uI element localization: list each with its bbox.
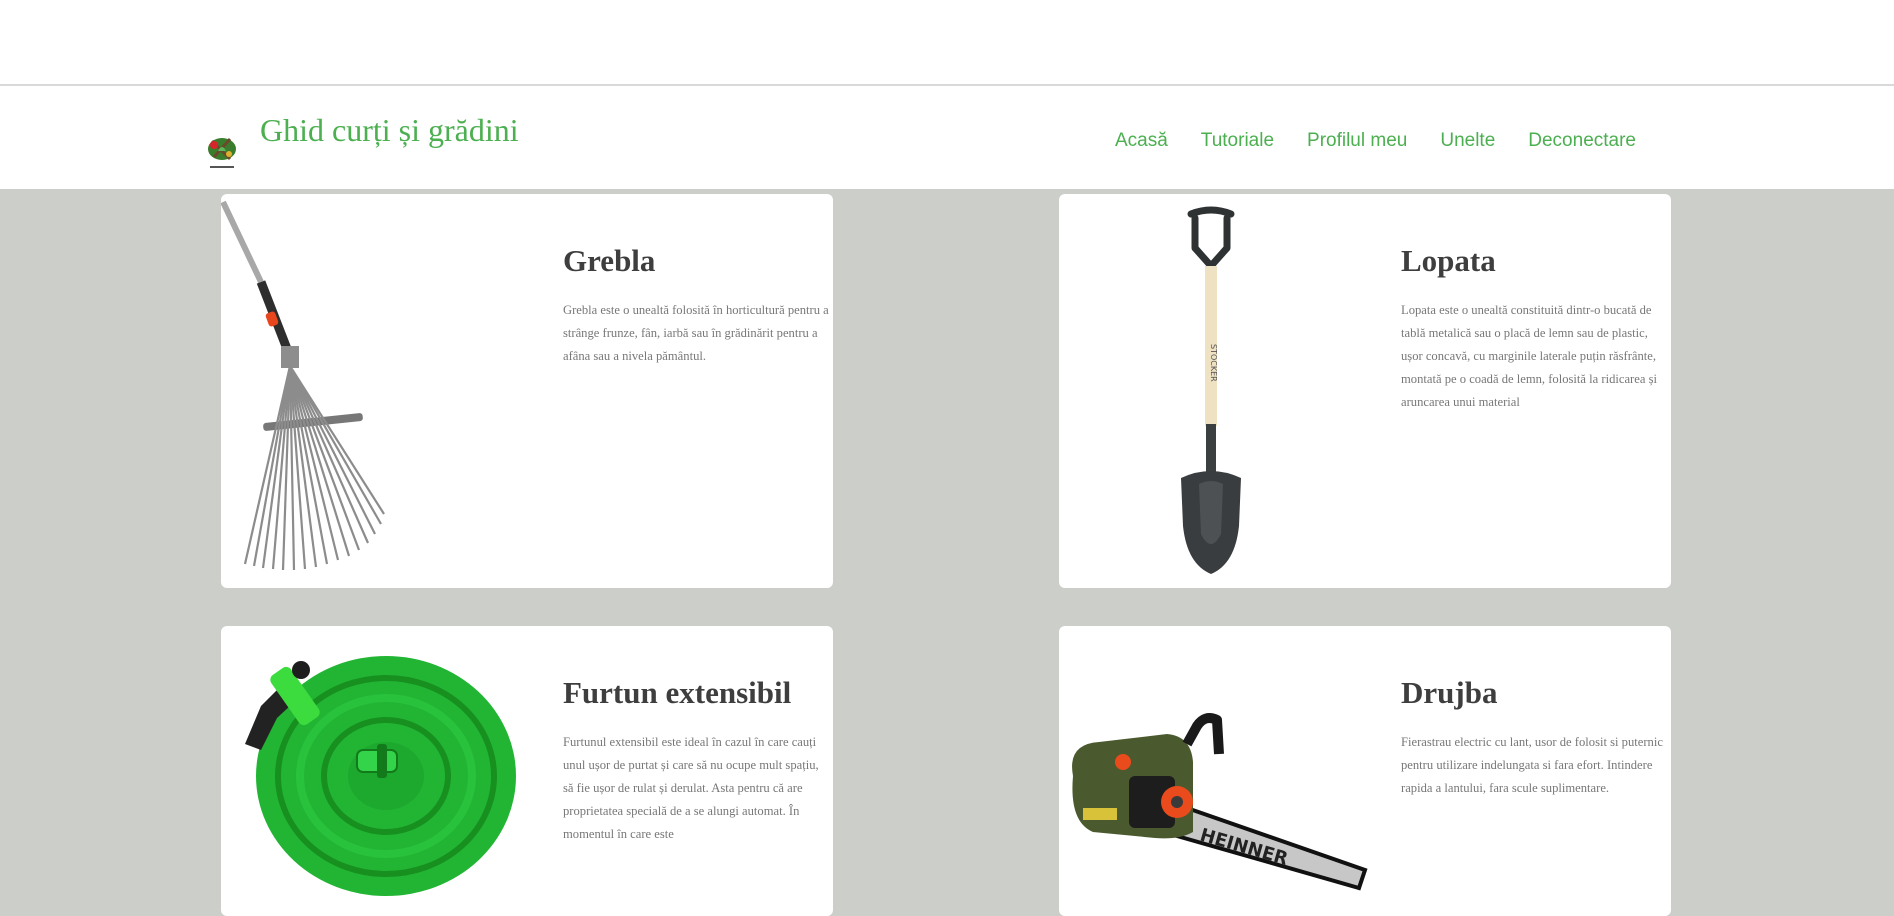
tool-title: Lopata — [1401, 243, 1496, 278]
chainsaw-image: HEINNER — [1072, 713, 1368, 891]
tool-title: Furtun extensibil — [563, 675, 792, 710]
nav-item-deconectare[interactable]: Deconectare — [1528, 130, 1636, 152]
tool-card-grebla[interactable]: Grebla Grebla este o unealtă folosită în… — [221, 194, 833, 588]
tool-description: Lopata este o unealtă constituită dintr-… — [1401, 303, 1657, 409]
tool-title: Drujba — [1401, 675, 1498, 710]
tool-title: Grebla — [563, 243, 656, 278]
svg-text:STOCKER: STOCKER — [1209, 344, 1218, 382]
nav-item-acasa[interactable]: Acasă — [1115, 130, 1168, 152]
garden-tools-logo-icon[interactable] — [204, 127, 240, 173]
garden-hose-image — [245, 656, 516, 896]
nav-item-unelte[interactable]: Unelte — [1440, 130, 1495, 152]
top-strip — [0, 0, 1894, 86]
tool-card-drujba[interactable]: HEINNER Drujba Fierastrau electric cu la… — [1059, 626, 1671, 916]
nav-item-tutoriale[interactable]: Tutoriale — [1201, 130, 1274, 152]
main-nav: Acasă Tutoriale Profilul meu Unelte Deco… — [1115, 130, 1636, 152]
shovel-image: STOCKER — [1181, 206, 1241, 574]
nav-item-profilul-meu[interactable]: Profilul meu — [1307, 130, 1407, 152]
tool-description: Grebla este o unealtă folosită în hortic… — [563, 303, 829, 363]
tool-card-lopata[interactable]: STOCKER Lopata Lopata este o unealtă con… — [1059, 194, 1671, 588]
tool-card-furtun-extensibil[interactable]: Furtun extensibil Furtunul extensibil es… — [221, 626, 833, 916]
rake-image — [221, 200, 385, 571]
site-title[interactable]: Ghid curți și grădini — [260, 112, 519, 149]
tool-description: Furtunul extensibil este ideal în cazul … — [563, 735, 819, 841]
tool-description: Fierastrau electric cu lant, usor de fol… — [1401, 735, 1663, 795]
